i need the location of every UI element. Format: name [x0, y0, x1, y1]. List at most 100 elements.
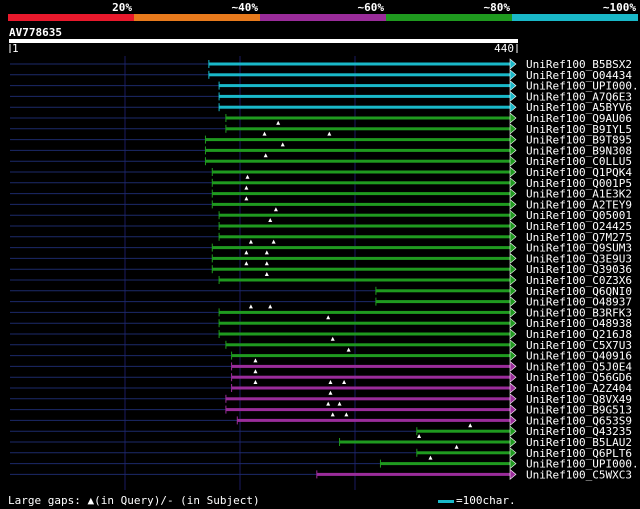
- alignment-bar[interactable]: [205, 159, 511, 163]
- alignment-bar[interactable]: [219, 105, 510, 109]
- alignment-bar[interactable]: [212, 256, 511, 260]
- end-arrow-icon: [509, 187, 517, 200]
- alignment-bar[interactable]: [339, 440, 510, 444]
- alignment-bar[interactable]: [205, 148, 511, 152]
- end-arrow-icon: [509, 252, 517, 265]
- end-arrow-icon: [509, 231, 517, 243]
- query-gap-marker-icon: [244, 196, 249, 201]
- end-arrow-icon: [509, 371, 517, 383]
- hit-label[interactable]: UniRef100_C5WXC3: [526, 468, 632, 481]
- alignment-bar[interactable]: [237, 418, 511, 422]
- hit-row[interactable]: UniRef100_C5WXC3: [10, 468, 632, 481]
- query-gap-marker-icon: [253, 358, 258, 363]
- query-gap-marker-icon: [253, 380, 258, 384]
- alignment-bar[interactable]: [212, 202, 511, 206]
- scale-segment: [512, 14, 638, 21]
- identity-label: ~60%: [358, 1, 385, 14]
- alignment-bar[interactable]: [225, 408, 510, 412]
- alignment-bar[interactable]: [212, 181, 511, 185]
- alignment-bar[interactable]: [225, 127, 510, 131]
- query-gap-marker-icon: [244, 185, 249, 190]
- end-arrow-icon: [509, 263, 517, 275]
- alignment-bar[interactable]: [231, 375, 510, 379]
- hit-rows: UniRef100_B5BSX2UniRef100_O04434UniRef10…: [10, 58, 640, 481]
- end-arrow-icon: [509, 90, 517, 103]
- query-gap-marker-icon: [248, 304, 253, 309]
- end-arrow-icon: [509, 220, 517, 232]
- alignment-bar[interactable]: [316, 472, 510, 476]
- alignment-bar[interactable]: [225, 116, 510, 120]
- identity-color-scale: 20% ~40% ~60% ~80% ~100%: [8, 1, 638, 21]
- query-gap-marker-icon: [468, 423, 473, 428]
- alignment-bar[interactable]: [219, 321, 510, 325]
- alignment-bar[interactable]: [208, 73, 510, 77]
- alignment-bar[interactable]: [225, 397, 510, 401]
- query-gap-marker-icon: [454, 444, 459, 449]
- end-arrow-icon: [509, 144, 517, 157]
- query-gap-marker-icon: [280, 142, 285, 147]
- alignment-bar[interactable]: [219, 310, 510, 314]
- alignment-bar[interactable]: [231, 386, 510, 390]
- alignment-bar[interactable]: [212, 192, 511, 196]
- alignment-bar[interactable]: [375, 289, 510, 293]
- alignment-bar[interactable]: [231, 364, 510, 368]
- end-arrow-icon: [509, 241, 517, 254]
- query-gap-marker-icon: [330, 412, 335, 417]
- query-gap-marker-icon: [245, 174, 250, 179]
- alignment-bar[interactable]: [380, 462, 510, 466]
- end-arrow-icon: [509, 403, 517, 416]
- query-gap-marker-icon: [328, 380, 333, 384]
- end-arrow-icon: [509, 436, 517, 448]
- alignment-bar[interactable]: [219, 332, 510, 336]
- query-gap-marker-icon: [273, 207, 278, 212]
- end-arrow-icon: [509, 101, 517, 113]
- alignment-bar[interactable]: [416, 429, 510, 433]
- identity-label: ~80%: [484, 1, 511, 14]
- alignment-bar[interactable]: [219, 213, 510, 217]
- end-arrow-icon: [509, 382, 517, 394]
- ruler-start-label: 1: [12, 42, 19, 55]
- query-gap-marker-icon: [428, 455, 433, 460]
- alignment-bar[interactable]: [219, 94, 510, 98]
- end-arrow-icon: [509, 360, 517, 373]
- query-gap-marker-icon: [244, 261, 249, 266]
- query-gap-marker-icon: [264, 250, 269, 255]
- scale-bar: [438, 499, 454, 503]
- alignment-bar[interactable]: [212, 170, 511, 174]
- query-gap-marker-icon: [326, 401, 331, 406]
- alignment-bar[interactable]: [219, 235, 510, 239]
- end-arrow-icon: [509, 133, 517, 146]
- query-gap-marker-icon: [327, 131, 332, 136]
- alignment-bar[interactable]: [212, 267, 511, 271]
- scale-segment: [260, 14, 386, 21]
- query-gap-marker-icon: [326, 315, 331, 320]
- query-ruler: 1 440: [9, 39, 518, 55]
- end-arrow-icon: [509, 209, 517, 221]
- alignment-bar[interactable]: [219, 278, 510, 282]
- alignment-bar[interactable]: [212, 246, 511, 250]
- end-arrow-icon: [509, 317, 517, 329]
- query-gap-marker-icon: [263, 153, 268, 158]
- end-arrow-icon: [509, 295, 517, 308]
- query-gap-marker-icon: [276, 120, 281, 125]
- query-gap-marker-icon: [253, 369, 258, 374]
- query-gap-marker-icon: [328, 390, 333, 395]
- alignment-bar[interactable]: [205, 138, 511, 142]
- alignment-bar[interactable]: [225, 343, 510, 347]
- query-gap-marker-icon: [244, 250, 249, 255]
- alignment-bar[interactable]: [416, 451, 510, 455]
- end-arrow-icon: [509, 177, 517, 189]
- alignment-bar[interactable]: [208, 62, 510, 66]
- gap-legend: Large gaps: ▲(in Query)/- (in Subject): [8, 494, 260, 507]
- alignment-bar[interactable]: [219, 224, 510, 228]
- end-arrow-icon: [509, 198, 517, 211]
- query-gap-marker-icon: [264, 261, 269, 266]
- scale-legend: =100char.: [438, 494, 516, 507]
- alignment-bar[interactable]: [231, 354, 510, 358]
- alignment-bar[interactable]: [219, 84, 510, 88]
- identity-label: ~100%: [603, 1, 636, 14]
- alignment-bar[interactable]: [375, 300, 510, 304]
- end-arrow-icon: [509, 166, 517, 178]
- end-arrow-icon: [509, 349, 517, 362]
- end-arrow-icon: [509, 69, 517, 81]
